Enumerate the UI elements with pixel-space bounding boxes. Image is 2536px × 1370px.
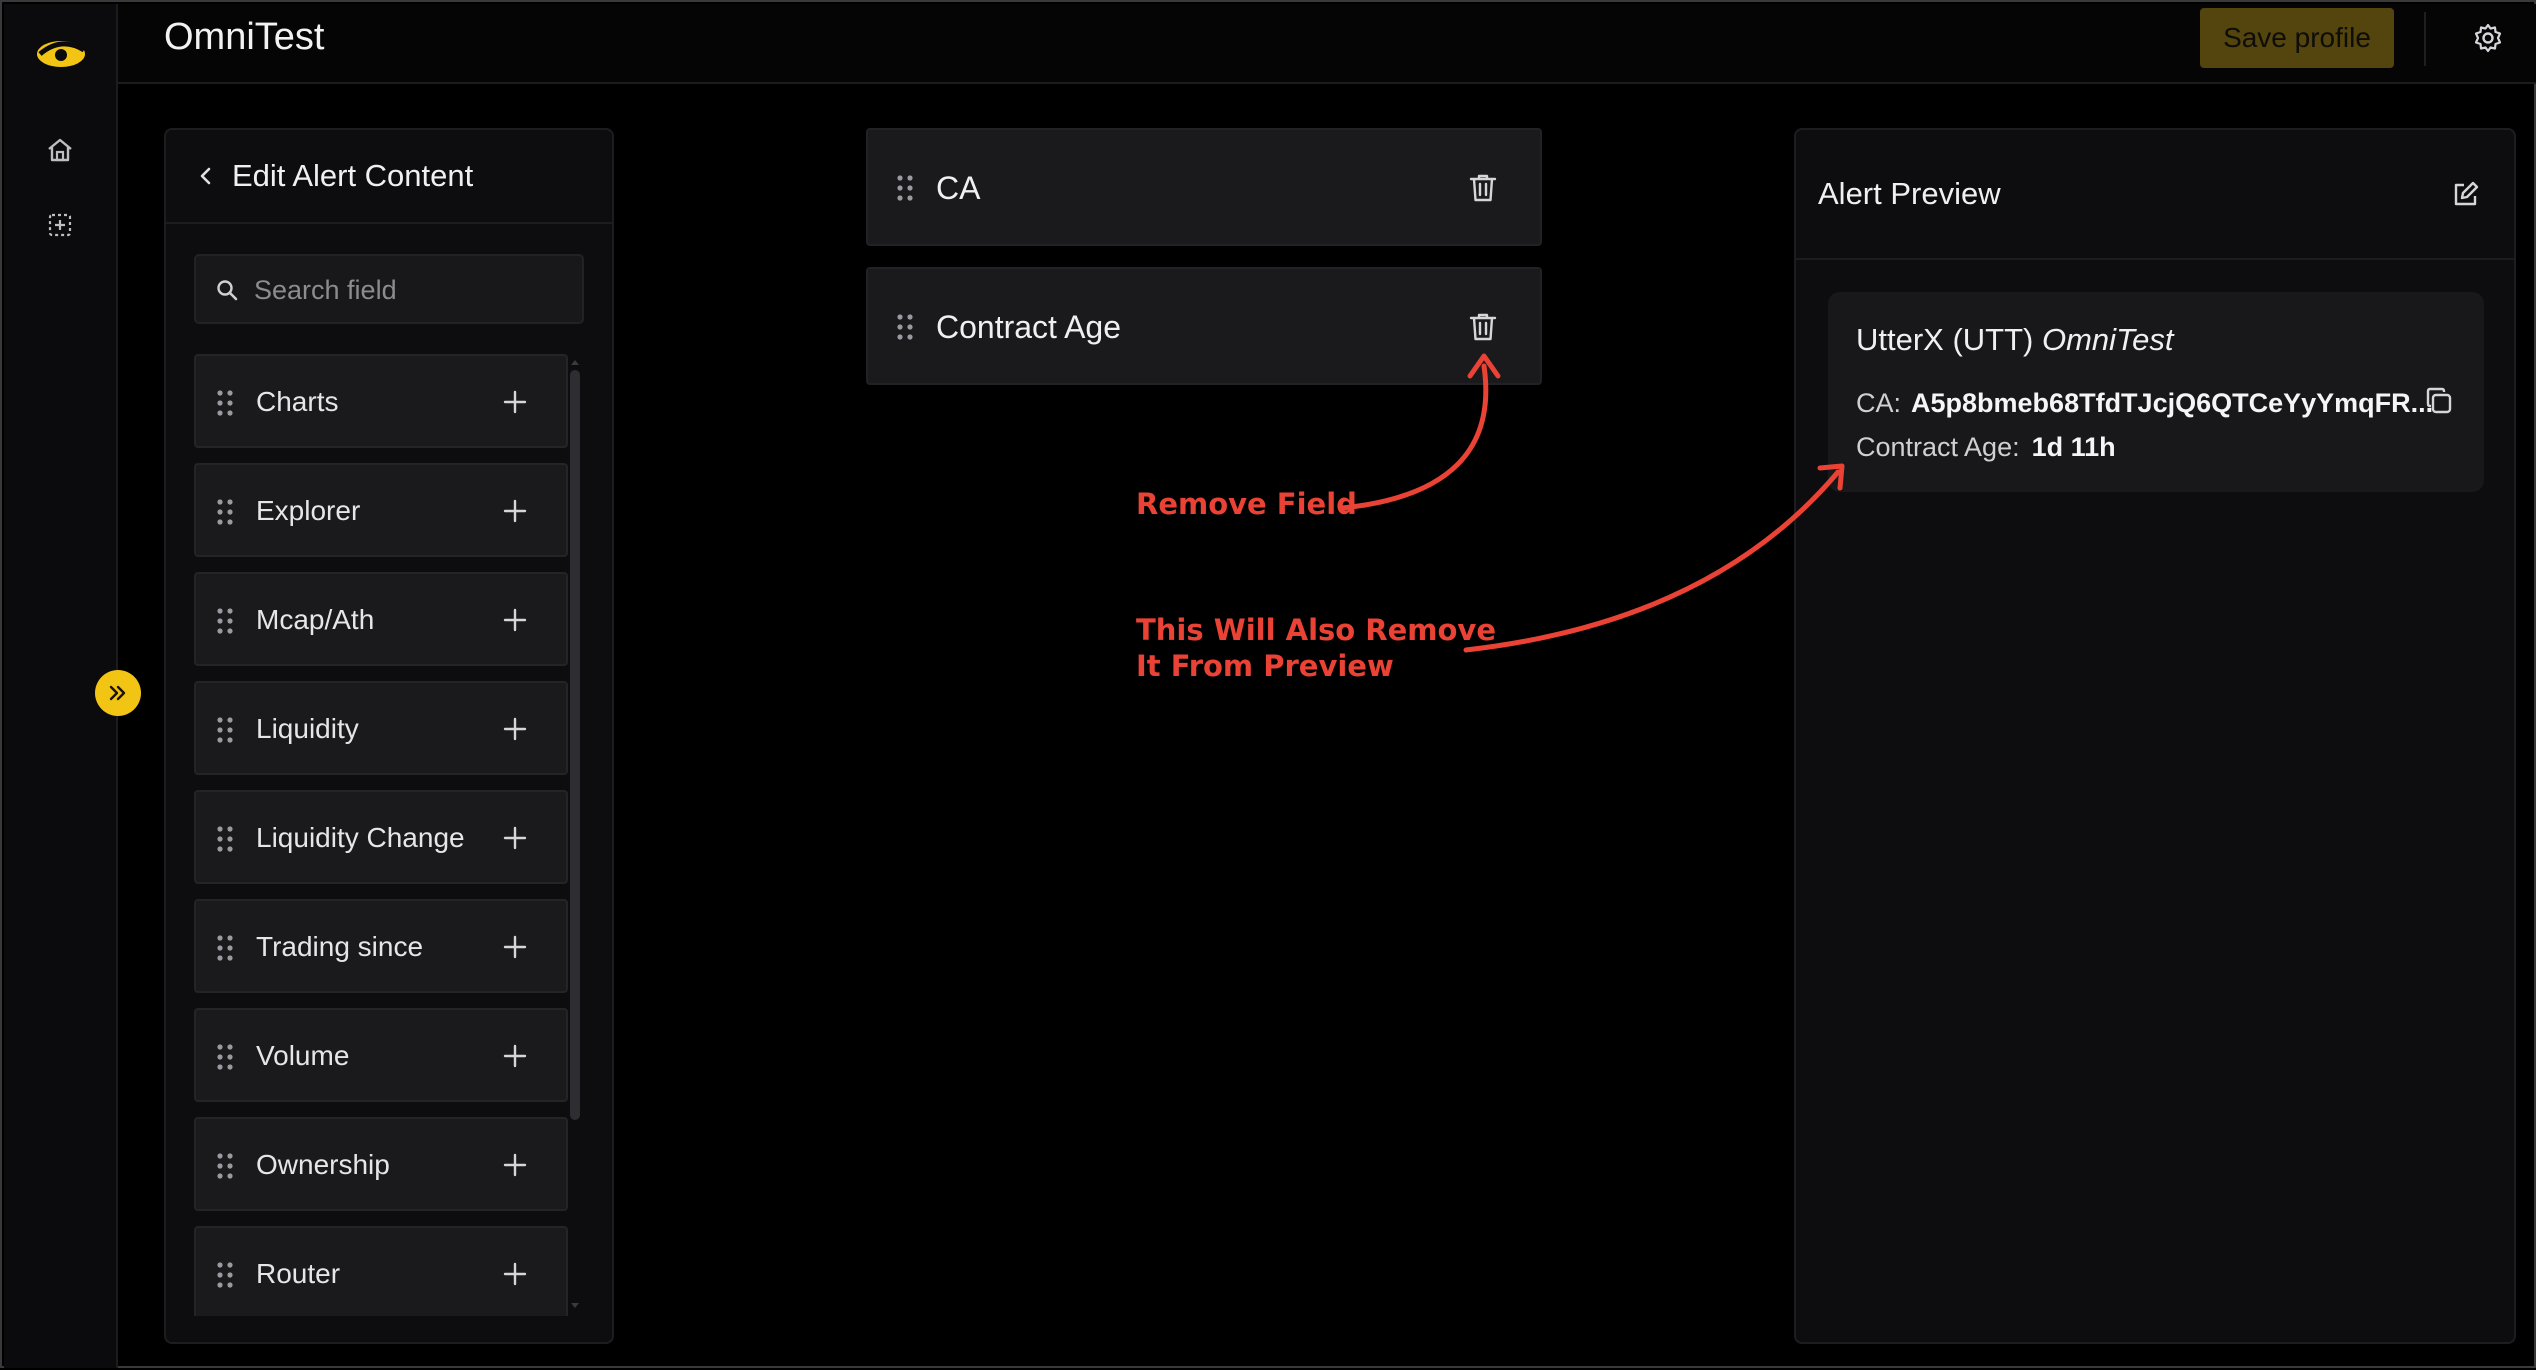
double-chevron-right-icon [109,685,126,701]
field-label: Router [256,1258,341,1289]
drag-handle-icon[interactable] [216,825,234,853]
arrow-to-preview [1463,469,1841,653]
save-profile-button[interactable]: Save profile [2200,8,2394,68]
profile-name: OmniTest [2042,322,2174,357]
contract-age-label: Contract Age: [1856,432,2020,462]
panel-title: Edit Alert Content [232,158,474,193]
selected-field-ca[interactable]: CA [866,128,1542,246]
plus-icon[interactable] [502,1043,528,1069]
drag-handle-icon[interactable] [896,174,914,202]
trash-icon[interactable] [1468,172,1498,204]
contract-age-row: Contract Age: 1d 11h [1856,432,2116,463]
selected-field-contract-age[interactable]: Contract Age [866,267,1542,385]
logo-icon[interactable] [34,30,88,74]
plus-icon[interactable] [502,607,528,633]
ca-value: A5p8bmeb68TfdTJcjQ6QTCeYyYmqFR... [1911,388,2434,418]
field-label: Volume [256,1040,350,1071]
copy-icon[interactable] [2424,386,2454,416]
expand-sidebar-button[interactable] [95,670,141,716]
dashboard-icon[interactable] [44,209,76,241]
annotation-line-2: It From Preview [1136,649,1394,683]
field-label: Liquidity [256,713,359,744]
contract-age-value: 1d 11h [2031,432,2116,462]
plus-icon[interactable] [502,716,528,742]
selected-field-label: Contract Age [936,309,1121,345]
app-window: OmniTest Save profile Edit Alert Content [0,0,2536,1368]
field-label: Mcap/Ath [256,604,375,635]
drag-handle-icon[interactable] [216,934,234,962]
search-icon [217,280,238,301]
token-title: UtterX (UTT) OmniTest [1856,322,2174,358]
field-label: Charts [256,386,339,417]
edit-alert-content-panel: Edit Alert Content Charts Explorer [164,128,614,1344]
header-divider [2424,12,2426,66]
preview-title: Alert Preview [1818,176,2001,211]
edit-icon[interactable] [2450,180,2480,210]
chevron-left-icon[interactable] [196,164,216,188]
drag-handle-icon[interactable] [216,1152,234,1180]
arrow-to-trash [1339,363,1489,511]
available-fields-list: Charts Explorer Mcap/Ath Liquidity Liqui [194,354,570,1316]
field-list-scrollbar[interactable] [568,358,580,1314]
top-header: OmniTest Save profile [118,4,2536,84]
plus-icon[interactable] [502,934,528,960]
drag-handle-icon[interactable] [216,389,234,417]
field-item-charts[interactable]: Charts [194,354,568,448]
field-label: Liquidity Change [256,822,465,853]
selected-field-label: CA [936,170,981,206]
plus-icon[interactable] [502,498,528,524]
home-icon[interactable] [44,134,76,166]
annotation-remove-from-preview: This Will Also Remove It From Preview [1136,612,1496,684]
preview-header: Alert Preview [1796,130,2514,260]
search-box[interactable] [194,254,584,324]
token-name: UtterX (UTT) [1856,322,2034,357]
plus-icon[interactable] [502,1152,528,1178]
field-item-mcap-ath[interactable]: Mcap/Ath [194,572,568,666]
field-item-router[interactable]: Router [194,1226,568,1316]
field-label: Trading since [256,931,424,962]
field-label: Ownership [256,1149,390,1180]
scroll-up-arrow-icon[interactable] [570,358,580,366]
gear-icon[interactable] [2472,22,2504,54]
drag-handle-icon[interactable] [216,716,234,744]
field-label: Explorer [256,495,361,526]
plus-icon[interactable] [502,389,528,415]
field-item-explorer[interactable]: Explorer [194,463,568,557]
annotation-line-1: This Will Also Remove [1136,613,1497,647]
alert-preview-card: UtterX (UTT) OmniTest CA: A5p8bmeb68TfdTJ… [1828,292,2484,492]
drag-handle-icon[interactable] [216,1261,234,1289]
search-input[interactable] [254,270,574,310]
drag-handle-icon[interactable] [216,1043,234,1071]
plus-icon[interactable] [502,825,528,851]
ca-label: CA: [1856,388,1902,418]
field-item-volume[interactable]: Volume [194,1008,568,1102]
plus-icon[interactable] [502,1261,528,1287]
field-item-liquidity[interactable]: Liquidity [194,681,568,775]
scroll-down-arrow-icon[interactable] [570,1302,580,1310]
app-title: OmniTest [164,16,325,58]
drag-handle-icon[interactable] [216,607,234,635]
field-item-liquidity-change[interactable]: Liquidity Change [194,790,568,884]
trash-icon[interactable] [1468,311,1498,343]
drag-handle-icon[interactable] [216,498,234,526]
scrollbar-thumb[interactable] [570,370,580,1120]
alert-preview-panel: Alert Preview UtterX (UTT) OmniTest CA: A… [1794,128,2516,1344]
drag-handle-icon[interactable] [896,313,914,341]
panel-header: Edit Alert Content [166,130,612,224]
ca-row: CA: A5p8bmeb68TfdTJcjQ6QTCeYyYmqFR... [1856,388,2433,419]
field-item-ownership[interactable]: Ownership [194,1117,568,1211]
annotation-remove-field: Remove Field [1136,487,1357,521]
field-item-trading-since[interactable]: Trading since [194,899,568,993]
